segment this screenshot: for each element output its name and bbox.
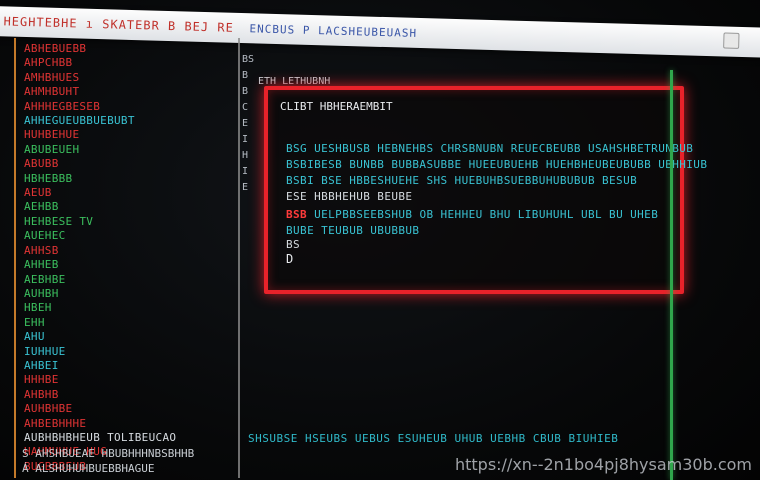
tree-item[interactable]: AEUB [24, 186, 234, 200]
terminal-screen: HEGHTEBHE ı SKATEBR B BEJ RE ENCBUS P LA… [0, 0, 760, 480]
tree-item[interactable]: HUHBEHUE [24, 128, 234, 142]
tree-item[interactable]: AEHBB [24, 200, 234, 214]
tree-item[interactable]: AEBHBE [24, 273, 234, 287]
panel-left-border [14, 38, 16, 478]
tree-item[interactable]: AHMHBUHT [24, 85, 234, 99]
tree-item[interactable]: AHHSB [24, 244, 234, 258]
window-title: HEGHTEBHE ı SKATEBR B BEJ RE [3, 14, 234, 35]
tree-item[interactable]: HBHEBBB [24, 172, 234, 186]
gutter-mark: E [242, 182, 249, 193]
error-line-5: BUBE TEUBUB UBUBBUB [286, 224, 420, 237]
error-highlight-box: CLIBT HBHERAEMBIT BSG UESHBUSB HEBNEHBS … [264, 86, 707, 294]
tree-item[interactable]: HHHBE [24, 373, 234, 387]
tree-item[interactable]: AMHBHUES [24, 71, 234, 85]
panel-right-border [238, 38, 240, 478]
tree-item[interactable]: AHHHEGBESEB [24, 100, 234, 114]
gutter-mark: H [242, 150, 249, 161]
window-control-icon[interactable] [723, 32, 740, 49]
tree-item[interactable]: AHBHB [24, 388, 234, 402]
tree-item[interactable]: ABUBEUEH [24, 143, 234, 157]
tree-item[interactable]: AHBEI [24, 359, 234, 373]
tree-item[interactable]: AUHBH [24, 287, 234, 301]
tree-item[interactable]: HBEH [24, 301, 234, 315]
gutter-mark: E [242, 118, 249, 129]
pane-divider[interactable] [670, 70, 673, 480]
error-line-3: BSBI BSE HBBESHUEHE SHS HUEBUHBSUEBBUHUB… [286, 174, 638, 187]
panel-status-line-2: Á ALSHUHUHBUEBBHAGUE [22, 462, 155, 475]
error-line-4: ESE HBBHEHUB BEUBE [286, 190, 413, 203]
gutter-mark: I [242, 166, 249, 177]
error-message-text: UELPBBSEEBSHUB OB HEHHEU BHU LIBUHUHL UB… [314, 208, 659, 221]
tree-item[interactable]: AHPCHBB [24, 56, 234, 70]
gutter-mark: B [242, 70, 249, 81]
panel-status-line: S AHSHBUEAE HBUBHHHNBSBHHB [22, 447, 195, 460]
error-message-line: BSB UELPBBSEEBSHUB OB HEHHEU BHU LIBUHUH… [286, 208, 658, 221]
error-title: CLIBT HBHERAEMBIT [280, 100, 393, 113]
tree-item[interactable]: AUBHBHBHEUB TOLIBEUCAO [24, 431, 234, 445]
tree-item[interactable]: ABUBB [24, 157, 234, 171]
gutter-mark: BS [242, 54, 255, 65]
file-tree-panel: ABHEBUEBB AHPCHBB AMHBHUES AHMHBUHT AHHHEGBE… [14, 38, 240, 478]
gutter-mark: I [242, 134, 249, 145]
tree-item[interactable]: EHH [24, 316, 234, 330]
tree-item[interactable]: AUHBHBE [24, 402, 234, 416]
tree-item[interactable]: HEHBESE TV [24, 215, 234, 229]
tree-item[interactable]: AHBEBHHHE [24, 417, 234, 431]
gutter-mark: B [242, 86, 249, 97]
tree-item[interactable]: AHHEB [24, 258, 234, 272]
tree-item[interactable]: AUEHEC [24, 229, 234, 243]
watermark-url: https://xn--2n1bo4pj8hysam30b.com [454, 455, 752, 474]
error-line-6: BS [286, 238, 301, 251]
tree-item[interactable]: ABHEBUEBB [24, 42, 234, 56]
error-line-1: BSG UESHBUSB HEBNEHBS CHRSBNUBN REUECBEU… [286, 142, 694, 155]
error-marker-label: BSB [286, 208, 308, 221]
tree-item[interactable]: IUHHUE [24, 345, 234, 359]
error-line-2: BSBIBESB BUNBB BUBBASUBBE HUEEUBUEHB HUE… [286, 158, 708, 171]
output-line: SHSUBSE HSEUBS UEBUS ESUHEUB UHUB UEBHB … [248, 432, 619, 445]
line-gutter: BS B B C E I H I E [242, 52, 255, 196]
window-subtitle: ENCBUS P LACSHEUBEUASH [249, 22, 418, 40]
tree-item[interactable]: AHHEGUEUBBUEBUBT [24, 114, 234, 128]
gutter-mark: C [242, 102, 249, 113]
file-tree: ABHEBUEBB AHPCHBB AMHBHUES AHMHBUHT AHHHEGBE… [24, 42, 234, 474]
text-cursor[interactable]: D [286, 252, 293, 266]
tree-item[interactable]: AHU [24, 330, 234, 344]
